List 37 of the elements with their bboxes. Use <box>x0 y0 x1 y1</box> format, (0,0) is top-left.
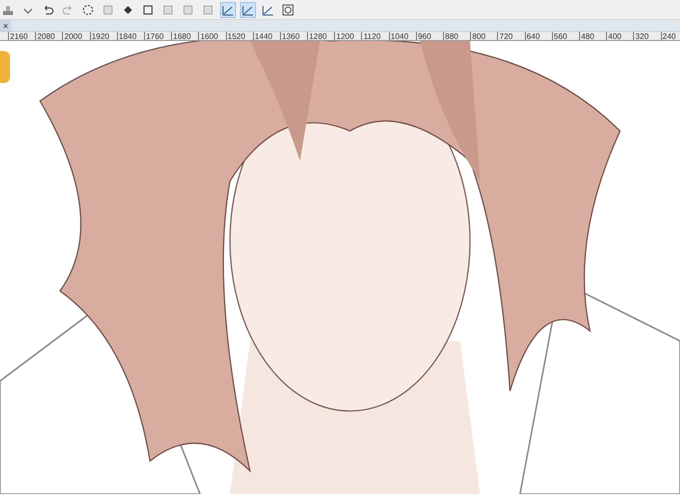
line-icon <box>261 3 275 17</box>
ruler-label: 2080 <box>35 32 62 40</box>
ruler-label: 800 <box>470 32 498 40</box>
square-icon <box>101 3 115 17</box>
ruler-label: 1760 <box>144 32 172 40</box>
ruler-label: 640 <box>524 32 552 40</box>
ruler-label: 1280 <box>307 32 334 40</box>
toolbar-button[interactable] <box>240 2 256 18</box>
toolbar-button[interactable] <box>220 2 236 18</box>
ruler-label: 1600 <box>198 32 226 40</box>
ruler-label: 720 <box>497 32 525 40</box>
square-icon <box>201 3 215 17</box>
ruler-label: 1920 <box>90 32 117 40</box>
ruler-label: 1680 <box>171 32 198 40</box>
ruler-label: 1840 <box>116 32 144 40</box>
ruler-label: 2000 <box>62 32 90 40</box>
close-tab-button[interactable]: × <box>0 20 12 31</box>
ruler-label: 1120 <box>361 32 389 40</box>
ruler-label: 320 <box>633 32 660 40</box>
square-icon <box>161 3 175 17</box>
line-icon <box>221 3 235 17</box>
ruler-label: 2160 <box>8 32 36 40</box>
ruler-label: 960 <box>416 32 443 40</box>
ruler-label: 1200 <box>334 32 362 40</box>
crop-icon <box>141 3 155 17</box>
ruler-label: 1360 <box>280 32 308 40</box>
stamp-icon <box>1 3 15 17</box>
ruler-label: 1520 <box>226 32 253 40</box>
ruler-label: 1040 <box>388 32 416 40</box>
ruler-label: 560 <box>552 32 579 40</box>
line-icon <box>241 3 255 17</box>
ruler-label: 400 <box>606 32 634 40</box>
square-icon <box>181 3 195 17</box>
ruler-label: 480 <box>578 32 606 40</box>
ruler-label: 1440 <box>252 32 280 40</box>
ruler-label: 240 <box>660 32 680 40</box>
ruler-label: 880 <box>443 32 470 40</box>
